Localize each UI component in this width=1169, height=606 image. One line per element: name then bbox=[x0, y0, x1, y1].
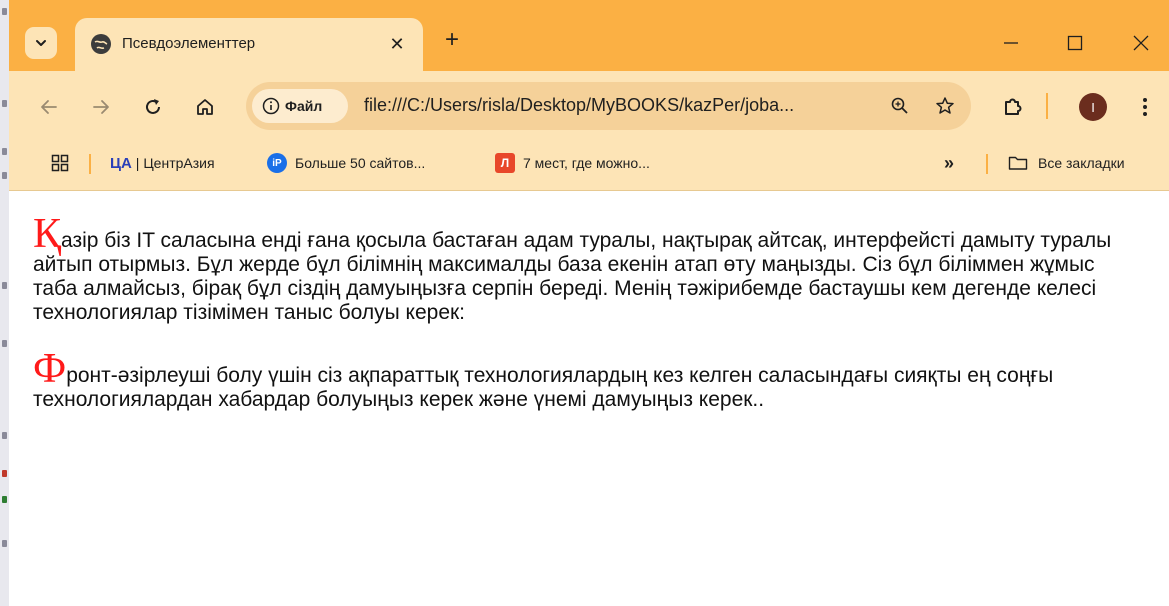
more-vertical-icon bbox=[1143, 98, 1147, 116]
ip-logo-icon: iP bbox=[267, 153, 287, 173]
profile-initial: I bbox=[1091, 99, 1095, 115]
info-icon bbox=[262, 97, 280, 115]
bookmarks-separator bbox=[89, 154, 91, 174]
navigation-toolbar: Файл file:///C:/Users/risla/Desktop/MyBO… bbox=[9, 71, 1169, 143]
bookmarks-overflow-button[interactable]: » bbox=[944, 143, 954, 183]
arrow-left-icon bbox=[41, 100, 57, 114]
plus-icon: + bbox=[444, 26, 459, 53]
maximize-button[interactable] bbox=[1055, 28, 1095, 58]
profile-avatar[interactable]: I bbox=[1079, 93, 1107, 121]
double-chevron-icon: » bbox=[944, 152, 955, 173]
url-text[interactable]: file:///C:/Users/risla/Desktop/MyBOOKS/k… bbox=[364, 95, 794, 116]
page-content: Қазір біз IT саласына енді ғана қосыла б… bbox=[33, 213, 1143, 444]
tab-close-button[interactable]: ✕ bbox=[383, 30, 411, 58]
maximize-icon bbox=[1067, 35, 1083, 51]
reload-icon bbox=[146, 99, 160, 114]
browser-menu-button[interactable] bbox=[1133, 91, 1157, 123]
active-tab[interactable]: Псевдоэлементтер ✕ bbox=[75, 18, 423, 71]
all-bookmarks-button[interactable]: Все закладки bbox=[1008, 143, 1125, 183]
bookmark-7-places[interactable]: Л 7 мест, где можно... bbox=[495, 143, 650, 183]
apps-button[interactable] bbox=[51, 143, 69, 183]
new-tab-button[interactable]: + bbox=[437, 25, 467, 55]
paragraph: Фронт-әзірлеуші болу үшін сіз ақпараттық… bbox=[33, 348, 1143, 412]
bookmark-centrasia[interactable]: ЦА | ЦентрАзия bbox=[110, 143, 215, 183]
paragraph: Қазір біз IT саласына енді ғана қосыла б… bbox=[33, 213, 1143, 325]
forward-button[interactable] bbox=[85, 91, 117, 123]
chevron-down-icon bbox=[36, 40, 46, 46]
tab-search-button[interactable] bbox=[25, 27, 57, 59]
reload-button[interactable] bbox=[137, 91, 169, 123]
bookmark-50-sites[interactable]: iP Больше 50 сайтов... bbox=[267, 143, 425, 183]
close-icon: ✕ bbox=[389, 33, 405, 54]
window-close-button[interactable] bbox=[1121, 28, 1161, 58]
minimize-icon bbox=[1004, 42, 1018, 44]
bookmark-label: | ЦентрАзия bbox=[135, 155, 215, 171]
site-info-chip[interactable]: Файл bbox=[252, 89, 348, 123]
all-bookmarks-label: Все закладки bbox=[1038, 155, 1125, 171]
drop-cap: Ф bbox=[33, 346, 67, 392]
centrasia-logo-icon: ЦА bbox=[110, 154, 132, 172]
drop-cap: Қ bbox=[33, 211, 62, 257]
tab-title: Псевдоэлементтер bbox=[122, 35, 256, 52]
apps-grid-icon bbox=[51, 154, 69, 172]
zoom-icon[interactable] bbox=[886, 92, 914, 120]
bookmarks-separator bbox=[986, 154, 988, 174]
l-logo-icon: Л bbox=[495, 153, 515, 173]
folder-icon bbox=[1008, 156, 1028, 170]
minimize-button[interactable] bbox=[991, 28, 1031, 58]
address-bar[interactable]: Файл file:///C:/Users/risla/Desktop/MyBO… bbox=[246, 82, 971, 130]
bookmark-label: Больше 50 сайтов... bbox=[295, 155, 426, 171]
toolbar-separator bbox=[1046, 93, 1048, 119]
bookmark-label: 7 мест, где можно... bbox=[523, 155, 650, 171]
home-icon bbox=[197, 99, 213, 115]
browser-window: Псевдоэлементтер ✕ + Файл file:///C:/Use… bbox=[9, 0, 1169, 606]
puzzle-icon bbox=[1005, 98, 1022, 115]
close-icon bbox=[1133, 35, 1149, 51]
extensions-button[interactable] bbox=[997, 91, 1029, 123]
bookmarks-bar: ЦА | ЦентрАзия iP Больше 50 сайтов... Л … bbox=[9, 143, 1169, 191]
tab-strip: Псевдоэлементтер ✕ + bbox=[9, 0, 1169, 71]
paragraph-text: азір біз IT саласына енді ғана қосыла ба… bbox=[33, 229, 1112, 324]
home-button[interactable] bbox=[189, 91, 221, 123]
back-button[interactable] bbox=[33, 91, 65, 123]
paragraph-text: ронт-әзірлеуші болу үшін сіз ақпараттық … bbox=[33, 364, 1054, 411]
globe-icon bbox=[91, 34, 111, 54]
bookmark-star-icon[interactable] bbox=[931, 92, 959, 120]
arrow-right-icon bbox=[93, 100, 109, 114]
site-chip-label: Файл bbox=[285, 98, 323, 114]
